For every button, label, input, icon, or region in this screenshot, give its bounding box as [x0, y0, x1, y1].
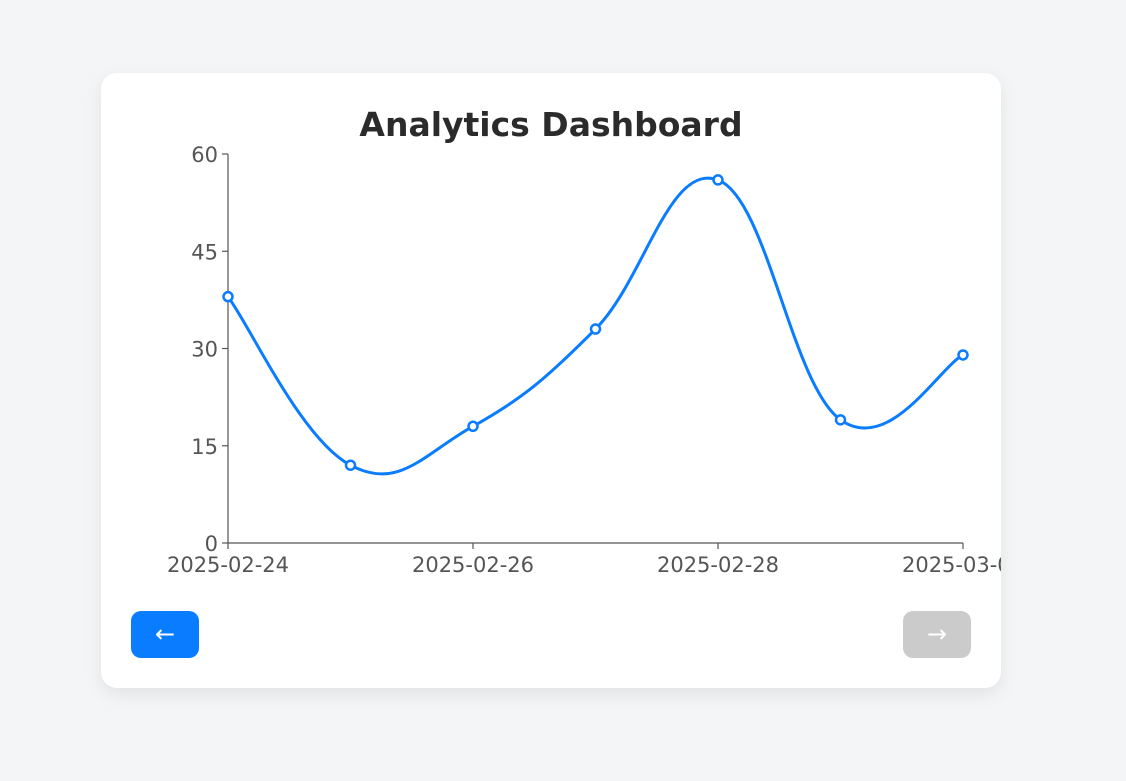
chart-card: Analytics Dashboard 0 15 30 45 60 2025-02-24 2… — [101, 73, 1001, 688]
y-tick-label: 60 — [191, 143, 218, 167]
y-tick-label: 15 — [191, 435, 218, 459]
x-tick-label: 2025-02-24 — [167, 553, 289, 577]
data-point — [957, 349, 969, 361]
data-point — [467, 420, 479, 433]
x-tick-label: 2025-02-28 — [657, 553, 779, 577]
data-point — [222, 290, 234, 303]
next-button[interactable]: → — [903, 611, 971, 658]
data-point — [712, 174, 724, 186]
line-chart: 0153045602025-02-24 2025-02-26 2025-02-28 2… — [167, 143, 1001, 577]
data-point — [834, 414, 847, 426]
data-point — [589, 323, 602, 335]
chart-axes — [227, 154, 963, 544]
x-tick-label: 2025-02-26 — [412, 553, 534, 577]
y-tick-label: 30 — [191, 338, 218, 362]
y-tick-label: 45 — [191, 240, 218, 264]
data-point — [344, 459, 357, 471]
previous-button[interactable]: ← — [131, 611, 199, 658]
chart-series — [222, 174, 969, 476]
x-tick-label: 2025-03-02 — [902, 553, 1001, 577]
chart-ticks: 0153045602025-02-24 2025-02-26 2025-02-28 2… — [167, 143, 1001, 577]
